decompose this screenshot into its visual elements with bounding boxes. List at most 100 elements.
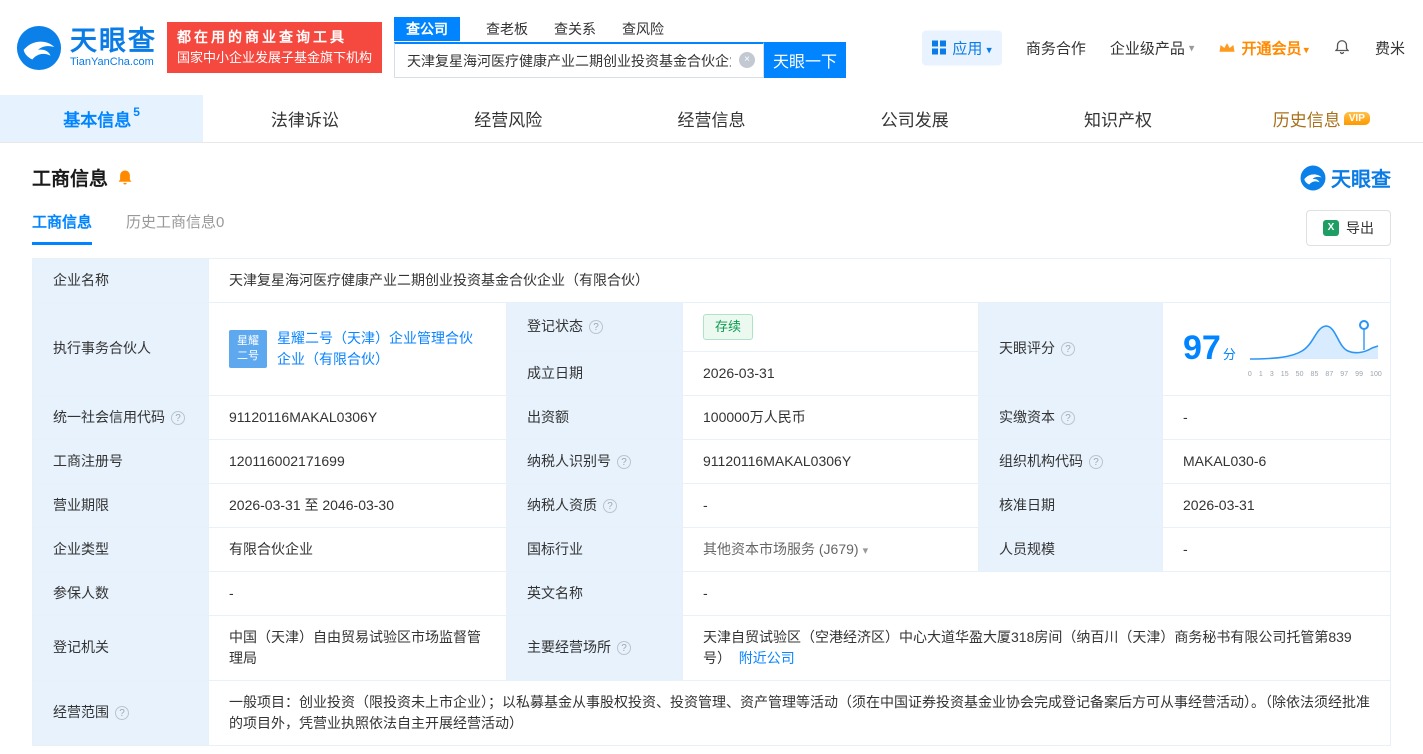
capital-value: 100000万人民币	[682, 394, 979, 440]
taxpayer-quality-label: 纳税人资质	[506, 482, 683, 528]
crown-icon	[1219, 42, 1235, 52]
search-input[interactable]	[394, 42, 765, 78]
brand-logo[interactable]: 天眼查 TianYanCha.com	[16, 25, 157, 71]
established-value: 2026-03-31	[682, 350, 979, 396]
help-icon[interactable]	[1089, 454, 1103, 469]
export-button[interactable]: 导出	[1306, 210, 1391, 246]
tab-basic-info-label: 基本信息	[63, 111, 132, 130]
help-icon[interactable]	[115, 706, 129, 720]
subtab-business-info[interactable]: 工商信息	[32, 211, 93, 245]
slogan-banner: 都在用的商业查询工具 国家中小企业发展子基金旗下机构	[167, 22, 383, 73]
help-icon[interactable]	[617, 641, 631, 655]
search-tab-boss[interactable]: 查老板	[486, 17, 528, 41]
score-cell: 97 分 013 15 50 85 87 97 99 100	[1162, 302, 1391, 396]
status-badge: 存续	[703, 314, 754, 340]
company-type-label: 企业类型	[32, 526, 209, 572]
search-tab-relation[interactable]: 查关系	[554, 17, 596, 41]
help-icon[interactable]	[171, 410, 185, 425]
search-tabs: 查公司 查老板 查关系 查风险	[394, 17, 846, 41]
table-row: 企业类型 有限合伙企业 国标行业 其他资本市场服务 (J679) 人员规模 -	[32, 526, 1391, 572]
nearby-companies-link[interactable]: 附近公司	[739, 650, 795, 666]
sub-tab-row: 工商信息 历史工商信息0 导出	[0, 192, 1423, 246]
tab-basic-info[interactable]: 基本信息 5	[0, 95, 204, 142]
search-area: 查公司 查老板 查关系 查风险 天眼一下	[394, 17, 847, 78]
search-tab-company[interactable]: 查公司	[394, 17, 461, 41]
slogan-line2: 国家中小企业发展子基金旗下机构	[177, 50, 373, 66]
menu-vip-label: 开通会员	[1241, 37, 1309, 58]
menu-enterprise[interactable]: 企业级产品	[1110, 37, 1195, 58]
help-icon[interactable]	[617, 454, 631, 469]
tab-company-development-label: 公司发展	[880, 111, 949, 130]
reg-status-value: 存续	[682, 302, 979, 352]
clear-icon[interactable]	[739, 52, 756, 68]
top-header: 天眼查 TianYanCha.com 都在用的商业查询工具 国家中小企业发展子基…	[0, 0, 1423, 95]
tianyancha-logo-icon	[16, 25, 62, 70]
subscribe-bell-icon[interactable]	[116, 169, 134, 187]
partner-logo[interactable]: 星耀 二号	[229, 329, 267, 368]
staff-size-value: -	[1162, 526, 1391, 572]
partner-link[interactable]: 星耀二号（天津）企业管理合伙企业（有限合伙）	[277, 328, 486, 370]
partner-logo-line1: 星耀	[237, 335, 259, 348]
table-row: 经营范围 一般项目：创业投资（限投资未上市企业）；以私募基金从事股权投资、投资管…	[32, 679, 1391, 746]
excel-icon	[1323, 220, 1339, 236]
tab-legal[interactable]: 法律诉讼	[203, 95, 406, 142]
approval-date-label: 核准日期	[978, 482, 1163, 528]
company-type-value: 有限合伙企业	[208, 526, 507, 572]
search-tab-risk[interactable]: 查风险	[622, 17, 664, 41]
industry-value: 其他资本市场服务 (J679)	[682, 526, 979, 572]
org-code-value: MAKAL030-6	[1162, 438, 1391, 484]
menu-cooperation[interactable]: 商务合作	[1026, 37, 1086, 58]
premises-label: 主要经营场所	[506, 614, 683, 681]
help-icon[interactable]	[603, 498, 617, 513]
business-term-label: 营业期限	[32, 482, 209, 528]
taxpayer-quality-value: -	[682, 482, 979, 528]
score-chart: 013 15 50 85 87 97 99 100	[1248, 317, 1382, 381]
registry-value: 中国（天津）自由贸易试验区市场监督管理局	[208, 614, 507, 681]
main-nav-tabs: 基本信息 5 法律诉讼 经营风险 经营信息 公司发展 知识产权 历史信息 VIP	[0, 95, 1423, 143]
score-label: 天眼评分	[978, 302, 1163, 396]
business-info-table: 企业名称 天津复星海河医疗健康产业二期创业投资基金合伙企业（有限合伙） 执行事务…	[32, 258, 1391, 746]
help-icon[interactable]	[1061, 410, 1075, 425]
table-row: 登记机关 中国（天津）自由贸易试验区市场监督管理局 主要经营场所 天津自贸试验区…	[32, 614, 1391, 681]
credit-code-label: 统一社会信用代码	[32, 394, 209, 440]
tab-operation-info[interactable]: 经营信息	[610, 95, 813, 142]
user-menu[interactable]: 费米	[1375, 37, 1405, 58]
section-title: 工商信息	[32, 169, 109, 190]
table-row: 执行事务合伙人 星耀 二号 星耀二号（天津）企业管理合伙企业（有限合伙） 登记状…	[32, 302, 1391, 396]
registry-label: 登记机关	[32, 614, 209, 681]
industry-label: 国标行业	[506, 526, 683, 572]
business-scope-value: 一般项目：创业投资（限投资未上市企业）；以私募基金从事股权投资、投资管理、资产管…	[208, 679, 1391, 746]
tab-operation-risk-label: 经营风险	[474, 111, 543, 130]
tab-operation-risk[interactable]: 经营风险	[407, 95, 610, 142]
premises-value: 天津自贸试验区（空港经济区）中心大道华盈大厦318房间（纳百川（天津）商务秘书有…	[682, 614, 1391, 681]
help-icon[interactable]	[589, 320, 603, 335]
tab-history-info[interactable]: 历史信息 VIP	[1220, 95, 1423, 142]
insured-count-value: -	[208, 570, 507, 616]
menu-enterprise-label: 企业级产品	[1109, 40, 1185, 57]
tab-operation-info-label: 经营信息	[677, 111, 746, 130]
score-axis: 013 15 50 85 87 97 99 100	[1247, 371, 1382, 378]
grid-icon	[932, 40, 947, 55]
help-icon[interactable]	[1061, 342, 1075, 357]
insured-count-label: 参保人数	[32, 570, 209, 616]
brand-domain: TianYanCha.com	[70, 55, 154, 68]
subtab-history-business-info[interactable]: 历史工商信息0	[126, 211, 224, 245]
notification-bell-icon[interactable]	[1333, 39, 1351, 57]
watermark-logo-text: 天眼查	[1331, 169, 1391, 191]
business-scope-label: 经营范围	[32, 679, 209, 746]
tianyancha-company-page: { "colors": { "primary": "#0084ff", "bra…	[0, 0, 1423, 754]
english-name-label: 英文名称	[506, 570, 683, 616]
brand-name: 天眼查	[70, 26, 157, 57]
tab-intellectual-property[interactable]: 知识产权	[1016, 95, 1219, 142]
table-row: 营业期限 2026-03-31 至 2046-03-30 纳税人资质 - 核准日…	[32, 482, 1391, 528]
taxpayer-id-value: 91120116MAKAL0306Y	[682, 438, 979, 484]
apps-menu[interactable]: 应用	[922, 30, 1002, 65]
menu-vip[interactable]: 开通会员	[1218, 37, 1309, 58]
table-row: 统一社会信用代码 91120116MAKAL0306Y 出资额 100000万人…	[32, 394, 1391, 440]
paid-capital-label: 实缴资本	[978, 394, 1163, 440]
industry-text[interactable]: 其他资本市场服务 (J679)	[703, 541, 868, 557]
section-header: 工商信息 天眼查	[0, 143, 1423, 192]
search-button[interactable]: 天眼一下	[764, 42, 847, 78]
tab-company-development[interactable]: 公司发展	[813, 95, 1016, 142]
company-name-label: 企业名称	[32, 258, 209, 303]
